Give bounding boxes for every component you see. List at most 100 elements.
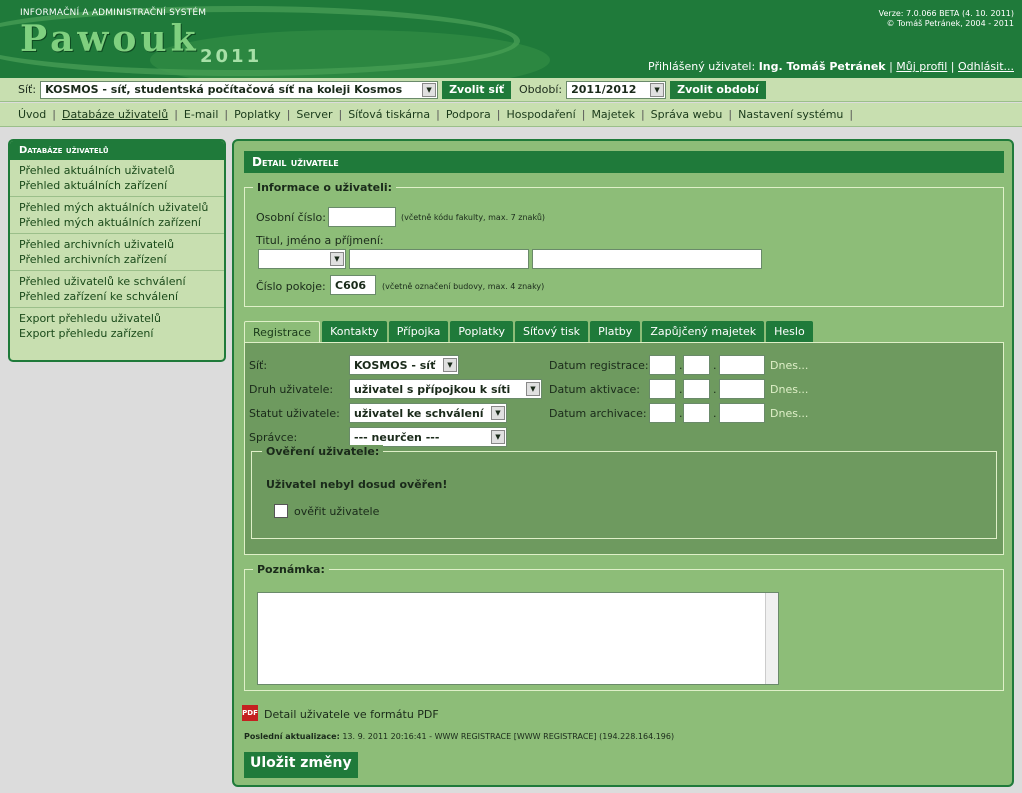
sidebar-item[interactable]: Export přehledu uživatelů: [19, 311, 215, 326]
logo: Pawouk: [20, 18, 200, 60]
reg-status-value: uživatel ke schválení: [354, 406, 484, 420]
main-nav: Úvod | Databáze uživatelů | E-mail | Poplat…: [0, 103, 1022, 127]
room-hint: (včetně označení budovy, max. 4 znaky): [382, 282, 545, 291]
nav-item-tiskarna[interactable]: Síťová tiskárna: [348, 108, 430, 121]
verify-checkbox[interactable]: [274, 504, 288, 518]
nav-item-databaze[interactable]: Databáze uživatelů: [62, 108, 168, 121]
personal-number-hint: (včetně kódu fakulty, max. 7 znaků): [401, 213, 546, 222]
last-update-label: Poslední aktualizace:: [244, 732, 340, 741]
chevron-down-icon: ▼: [422, 82, 437, 97]
sidebar-group: Přehled uživatelů ke schválení Přehled z…: [10, 271, 224, 308]
nav-item-majetek[interactable]: Majetek: [591, 108, 635, 121]
last-name-input[interactable]: [532, 249, 762, 269]
sidebar: Databáze uživatelů Přehled aktuálních už…: [8, 139, 226, 362]
period-select[interactable]: 2011/2012 ▼: [566, 80, 667, 99]
tab-heslo[interactable]: Heslo: [766, 321, 813, 343]
tab-pripojka[interactable]: Přípojka: [388, 321, 449, 343]
tab-registrace[interactable]: Registrace: [244, 321, 321, 343]
reg-admin-value: --- neurčen ---: [354, 430, 440, 444]
sidebar-item[interactable]: Přehled mých aktuálních zařízení: [19, 215, 215, 230]
sidebar-group: Přehled mých aktuálních uživatelů Přehle…: [10, 197, 224, 234]
last-update: Poslední aktualizace: 13. 9. 2011 20:16:…: [244, 732, 674, 741]
net-select-value: KOSMOS - síť, studentská počítačová síť …: [45, 83, 403, 96]
net-select[interactable]: KOSMOS - síť, studentská počítačová síť …: [40, 80, 439, 99]
nav-item-email[interactable]: E-mail: [184, 108, 219, 121]
save-button[interactable]: Uložit změny: [244, 752, 358, 778]
note-textarea[interactable]: [257, 592, 779, 685]
tab-bar: Registrace Kontakty Přípojka Poplatky Sí…: [244, 321, 813, 343]
verification-fieldset: Ověření uživatele: Uživatel nebyl dosud …: [251, 445, 997, 539]
sidebar-group: Přehled archivních uživatelů Přehled arc…: [10, 234, 224, 271]
sidebar-item[interactable]: Přehled mých aktuálních uživatelů: [19, 200, 215, 215]
logout-link[interactable]: Odhlásit...: [958, 60, 1014, 73]
date-arch-month[interactable]: [683, 403, 710, 423]
sidebar-group: Přehled aktuálních uživatelů Přehled akt…: [10, 160, 224, 197]
personal-number-label: Osobní číslo:: [256, 211, 326, 224]
chevron-down-icon: ▼: [330, 252, 344, 266]
room-input[interactable]: C606: [330, 275, 376, 295]
reg-net-select[interactable]: KOSMOS - síť ▼: [349, 355, 459, 375]
app-header: INFORMAČNÍ A ADMINISTRAČNÍ SYSTÉM Pawouk…: [0, 0, 1022, 78]
nav-item-nastaveni[interactable]: Nastavení systému: [738, 108, 843, 121]
name-label: Titul, jméno a příjmení:: [256, 234, 384, 247]
sidebar-item[interactable]: Přehled uživatelů ke schválení: [19, 274, 215, 289]
choose-period-button[interactable]: Zvolit období: [670, 80, 766, 99]
verification-status: Uživatel nebyl dosud ověřen!: [266, 478, 448, 491]
reg-status-label: Statut uživatele:: [249, 407, 340, 420]
sidebar-item[interactable]: Přehled archivních uživatelů: [19, 237, 215, 252]
sidebar-item[interactable]: Přehled zařízení ke schválení: [19, 289, 215, 304]
nav-item-sprava-webu[interactable]: Správa webu: [651, 108, 723, 121]
date-arch-today-link[interactable]: Dnes...: [770, 407, 808, 420]
sidebar-item[interactable]: Přehled archivních zařízení: [19, 252, 215, 267]
nav-item-uvod[interactable]: Úvod: [18, 108, 46, 121]
date-reg-month[interactable]: [683, 355, 710, 375]
title-select[interactable]: ▼: [258, 249, 346, 269]
nav-item-poplatky[interactable]: Poplatky: [234, 108, 281, 121]
nav-item-podpora[interactable]: Podpora: [446, 108, 491, 121]
tab-sitovy-tisk[interactable]: Síťový tisk: [514, 321, 589, 343]
my-profile-link[interactable]: Můj profil: [896, 60, 947, 73]
nav-item-server[interactable]: Server: [296, 108, 332, 121]
sidebar-group: Export přehledu uživatelů Export přehled…: [10, 308, 224, 344]
date-act-today-link[interactable]: Dnes...: [770, 383, 808, 396]
sidebar-title: Databáze uživatelů: [10, 141, 224, 160]
tab-platby[interactable]: Platby: [590, 321, 641, 343]
tab-poplatky[interactable]: Poplatky: [450, 321, 513, 343]
date-act-month[interactable]: [683, 379, 710, 399]
period-select-value: 2011/2012: [571, 83, 637, 96]
date-arch-year[interactable]: [719, 403, 765, 423]
first-name-input[interactable]: [349, 249, 529, 269]
system-title: INFORMAČNÍ A ADMINISTRAČNÍ SYSTÉM: [20, 8, 207, 18]
reg-net-label: Síť:: [249, 359, 268, 372]
sidebar-item[interactable]: Přehled aktuálních uživatelů: [19, 163, 215, 178]
sidebar-item[interactable]: Přehled aktuálních zařízení: [19, 178, 215, 193]
note-legend: Poznámka:: [257, 563, 325, 576]
date-act-year[interactable]: [719, 379, 765, 399]
registration-panel: Síť: KOSMOS - síť ▼ Druh uživatele: uživ…: [244, 342, 1004, 555]
date-reg-year[interactable]: [719, 355, 765, 375]
reg-admin-label: Správce:: [249, 431, 298, 444]
reg-status-select[interactable]: uživatel ke schválení ▼: [349, 403, 507, 423]
personal-number-input[interactable]: [328, 207, 396, 227]
date-reg-today-link[interactable]: Dnes...: [770, 359, 808, 372]
nav-item-hospodareni[interactable]: Hospodaření: [506, 108, 575, 121]
reg-type-value: uživatel s přípojkou k síti: [354, 382, 511, 396]
user-info-legend: Informace o uživateli:: [257, 181, 393, 194]
pdf-icon: PDF: [242, 705, 258, 721]
tab-kontakty[interactable]: Kontakty: [322, 321, 387, 343]
pdf-link[interactable]: Detail uživatele ve formátu PDF: [264, 708, 439, 721]
logo-year: 2011: [200, 46, 263, 67]
tab-zapujceny-majetek[interactable]: Zapůjčený majetek: [642, 321, 765, 343]
date-act-day[interactable]: [649, 379, 676, 399]
date-arch-day[interactable]: [649, 403, 676, 423]
sidebar-item[interactable]: Export přehledu zařízení: [19, 326, 215, 341]
logged-user-line: Přihlášený uživatel: Ing. Tomáš Petránek…: [648, 60, 1014, 73]
choose-net-button[interactable]: Zvolit síť: [442, 80, 511, 99]
note-scrollbar[interactable]: [765, 593, 778, 684]
date-reg-day[interactable]: [649, 355, 676, 375]
chevron-down-icon: ▼: [491, 406, 505, 420]
main-panel: Detail uživatele Informace o uživateli: …: [232, 139, 1014, 787]
reg-admin-select[interactable]: --- neurčen --- ▼: [349, 427, 507, 447]
chevron-down-icon: ▼: [443, 358, 457, 372]
reg-type-select[interactable]: uživatel s přípojkou k síti ▼: [349, 379, 542, 399]
